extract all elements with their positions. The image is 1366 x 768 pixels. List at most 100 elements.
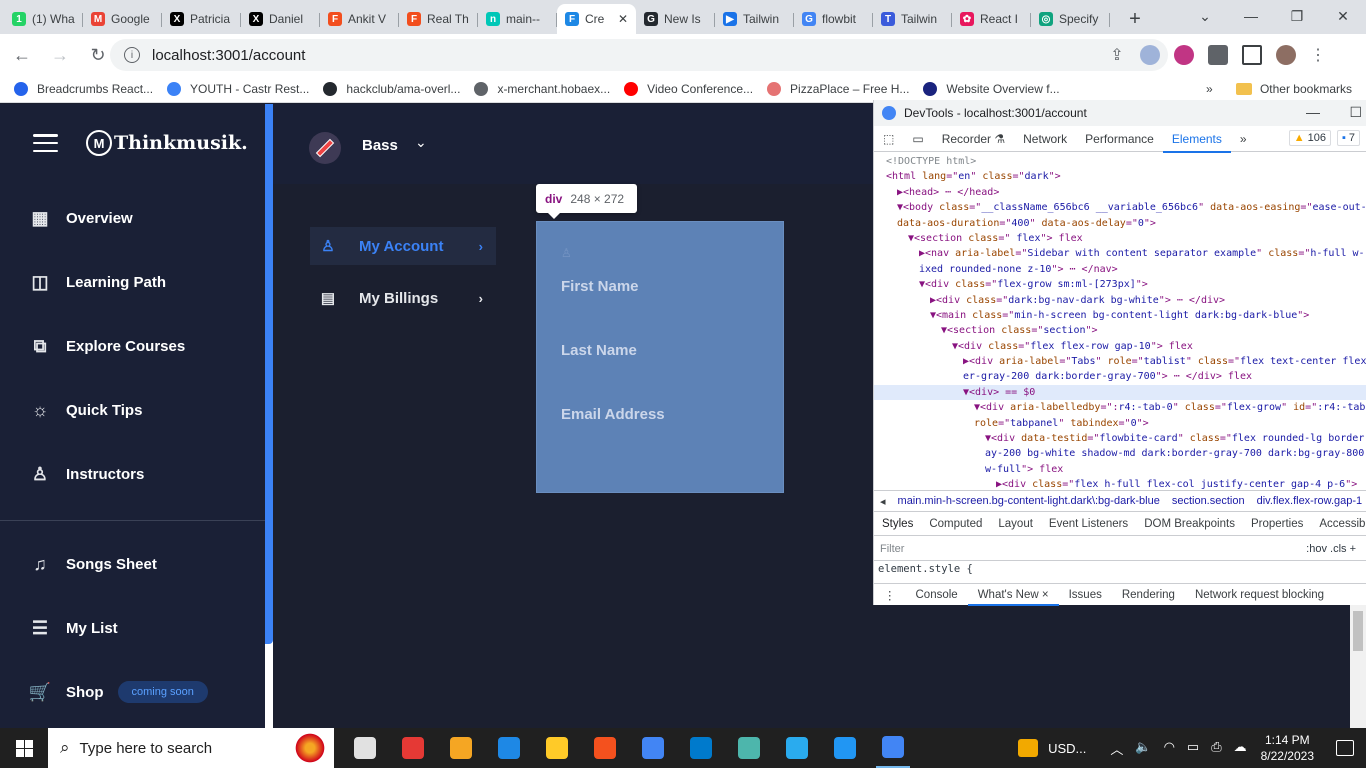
taskbar-app-icon[interactable] xyxy=(348,728,382,768)
dom-node-line[interactable]: ▶<head> ⋯ </head> xyxy=(874,185,1366,200)
close-window-button[interactable]: ✕ xyxy=(1320,0,1366,32)
drawer-tab[interactable]: What's New × xyxy=(967,584,1059,606)
search-highlight-icon[interactable] xyxy=(292,733,328,763)
dom-node-line[interactable]: <html lang="en" class="dark"> xyxy=(874,169,1366,184)
browser-tab[interactable]: F Real Th xyxy=(399,4,478,34)
share-icon[interactable]: ⇪ xyxy=(1110,45,1123,65)
drawer-tab[interactable]: Console xyxy=(906,584,968,606)
browser-tab[interactable]: F Cre ✕ xyxy=(557,4,636,34)
devtools-tab[interactable]: Recorder ⚗ xyxy=(933,126,1014,152)
bookmark-item[interactable]: YOUTH - Castr Rest... xyxy=(167,82,309,96)
bookmark-item[interactable]: x-merchant.hobaex... xyxy=(474,82,610,96)
drawer-tab[interactable]: Rendering xyxy=(1112,584,1185,606)
taskbar-app-icon[interactable] xyxy=(876,728,910,768)
address-bar[interactable]: i localhost:3001/account ⇪ ☆ xyxy=(110,39,1168,71)
dom-node-line[interactable]: ▼<div class="flex-grow sm:ml-[273px]"> xyxy=(874,277,1366,292)
dom-node-line[interactable]: <!DOCTYPE html> xyxy=(874,154,1366,169)
sidebar-item-shop[interactable]: 🛒 Shop coming soon xyxy=(29,681,208,703)
bookmark-item[interactable]: Video Conference... xyxy=(624,82,753,96)
sidebar-item-songs-sheet[interactable]: ♫ Songs Sheet xyxy=(30,554,157,574)
browser-tab[interactable]: ◎ Specify xyxy=(1031,4,1110,34)
device-icon[interactable]: ⎙ xyxy=(1211,739,1221,758)
sidebar-scrollbar[interactable] xyxy=(265,104,273,644)
breadcrumb-item[interactable]: main.min-h-screen.bg-content-light.dark\… xyxy=(898,495,1160,507)
dom-node-line[interactable]: er-gray-200 dark:border-gray-700"> ⋯ </d… xyxy=(874,369,1366,384)
notifications-icon[interactable] xyxy=(1336,740,1354,756)
sidebar-item-my-list[interactable]: ☰ My List xyxy=(30,618,118,638)
styles-tab[interactable]: Event Listeners xyxy=(1041,513,1136,535)
bookmark-item[interactable]: Website Overview f... xyxy=(923,82,1060,96)
dom-node-line[interactable]: ▶<div class="dark:bg-nav-dark bg-white">… xyxy=(874,293,1366,308)
dom-node-line[interactable]: w-full"> flex xyxy=(874,462,1366,477)
stock-widget[interactable]: USD... xyxy=(1018,739,1086,757)
dom-node-line[interactable]: ▼<div data-testid="flowbite-card" class=… xyxy=(874,431,1366,446)
taskbar-app-icon[interactable] xyxy=(684,728,718,768)
styles-tab[interactable]: DOM Breakpoints xyxy=(1136,513,1243,535)
styles-tab[interactable]: Accessibility xyxy=(1311,513,1366,535)
dom-node-line[interactable]: data-aos-duration="400" data-aos-delay="… xyxy=(874,216,1366,231)
dom-node-line[interactable]: ▼<div class="flex flex-row gap-10"> flex xyxy=(874,339,1366,354)
styles-filter[interactable]: Filter :hov .cls + xyxy=(874,537,1366,561)
browser-tab[interactable]: M Google xyxy=(83,4,162,34)
other-bookmarks[interactable]: Other bookmarks xyxy=(1235,82,1352,96)
browser-tab[interactable]: Gflowbit xyxy=(794,4,873,34)
tab-close-icon[interactable]: ✕ xyxy=(618,12,628,26)
sidebar-item-explore-courses[interactable]: ⧉ Explore Courses xyxy=(30,336,186,356)
extension-icon[interactable] xyxy=(1140,45,1160,65)
tab-my-account[interactable]: ♙ My Account › xyxy=(310,227,496,265)
dom-node-line[interactable]: ▶<nav aria-label="Sidebar with content s… xyxy=(874,246,1366,261)
browser-tab[interactable]: n main-- xyxy=(478,4,557,34)
menu-kebab-icon[interactable]: ⋮ xyxy=(1310,45,1326,65)
puzzle-icon[interactable] xyxy=(1208,45,1228,65)
taskbar-app-icon[interactable] xyxy=(444,728,478,768)
sidebar-item-quick-tips[interactable]: ☼ Quick Tips xyxy=(30,400,143,420)
more-tabs-icon[interactable]: » xyxy=(1231,126,1256,152)
instrument-selector-label[interactable]: Bass xyxy=(362,137,398,154)
dom-node-line[interactable]: ay-200 bg-white shadow-md dark:border-gr… xyxy=(874,446,1366,461)
dom-node-line[interactable]: ▼<main class="min-h-screen bg-content-li… xyxy=(874,308,1366,323)
sidebar-item-overview[interactable]: ▦ Overview xyxy=(30,208,132,228)
device-toolbar-icon[interactable]: ▭ xyxy=(903,126,932,152)
start-button[interactable] xyxy=(0,728,48,768)
dom-node-line[interactable]: ixed rounded-none z-10"> ⋯ </nav> xyxy=(874,262,1366,277)
dom-node-line[interactable]: ▼<body class="__className_656bc6 __varia… xyxy=(874,200,1366,215)
sidebar-item-learning-path[interactable]: ◫ Learning Path xyxy=(30,272,166,292)
forward-icon[interactable]: → xyxy=(44,39,76,71)
drawer-menu-icon[interactable]: ⋮ xyxy=(874,584,906,606)
dom-node-line[interactable]: ▶<div aria-label="Tabs" role="tablist" c… xyxy=(874,354,1366,369)
browser-tab[interactable]: ▶ Tailwin xyxy=(715,4,794,34)
styles-tab[interactable]: Computed xyxy=(921,513,990,535)
bookmark-item[interactable]: PizzaPlace – Free H... xyxy=(767,82,909,96)
taskbar-search[interactable]: ⌕ Type here to search xyxy=(48,728,334,768)
dom-node-line[interactable]: ▼<section class="section"> xyxy=(874,323,1366,338)
devtools-tab[interactable]: Elements xyxy=(1162,126,1231,153)
tab-my-billings[interactable]: ▤ My Billings › xyxy=(310,279,496,317)
volume-icon[interactable]: 🔈 xyxy=(1135,739,1151,758)
minimize-button[interactable]: — xyxy=(1228,0,1274,32)
drawer-tab[interactable]: Network request blocking xyxy=(1185,584,1334,606)
more-bookmarks-icon[interactable]: » xyxy=(1206,82,1213,96)
browser-tab[interactable]: T Tailwin xyxy=(873,4,952,34)
cloud-icon[interactable]: ☁ xyxy=(1234,739,1247,758)
browser-tab[interactable]: X Daniel xyxy=(241,4,320,34)
instrument-avatar[interactable] xyxy=(309,132,341,164)
styles-tab[interactable]: Layout xyxy=(990,513,1041,535)
page-scrollbar[interactable] xyxy=(1350,605,1366,728)
breadcrumb-item[interactable]: section.section xyxy=(1172,495,1245,507)
taskbar-app-icon[interactable] xyxy=(588,728,622,768)
breadcrumb-scroll-icon[interactable]: ◂ xyxy=(880,495,886,508)
inspect-element-icon[interactable]: ⬚ xyxy=(874,126,903,152)
taskbar-app-icon[interactable] xyxy=(732,728,766,768)
taskbar-app-icon[interactable] xyxy=(828,728,862,768)
styles-tab[interactable]: Styles xyxy=(874,513,922,535)
dom-node-line[interactable]: role="tabpanel" tabindex="0"> xyxy=(874,416,1366,431)
sidebar-item-instructors[interactable]: ♙ Instructors xyxy=(30,464,144,484)
instagram-extension-icon[interactable] xyxy=(1174,45,1194,65)
browser-tab[interactable]: ✿ React I xyxy=(952,4,1031,34)
dom-node-line[interactable]: ▼<section class=" flex"> flex xyxy=(874,231,1366,246)
back-icon[interactable]: ← xyxy=(6,39,38,71)
devtools-tab[interactable]: Performance xyxy=(1076,126,1163,152)
dom-node-line[interactable]: ▼<div aria-labelledby=":r4:-tab-0" class… xyxy=(874,400,1366,415)
dom-node-line[interactable]: ▶<div class="flex h-full flex-col justif… xyxy=(874,477,1366,490)
tab-search-icon[interactable]: ⌄ xyxy=(1182,0,1228,32)
